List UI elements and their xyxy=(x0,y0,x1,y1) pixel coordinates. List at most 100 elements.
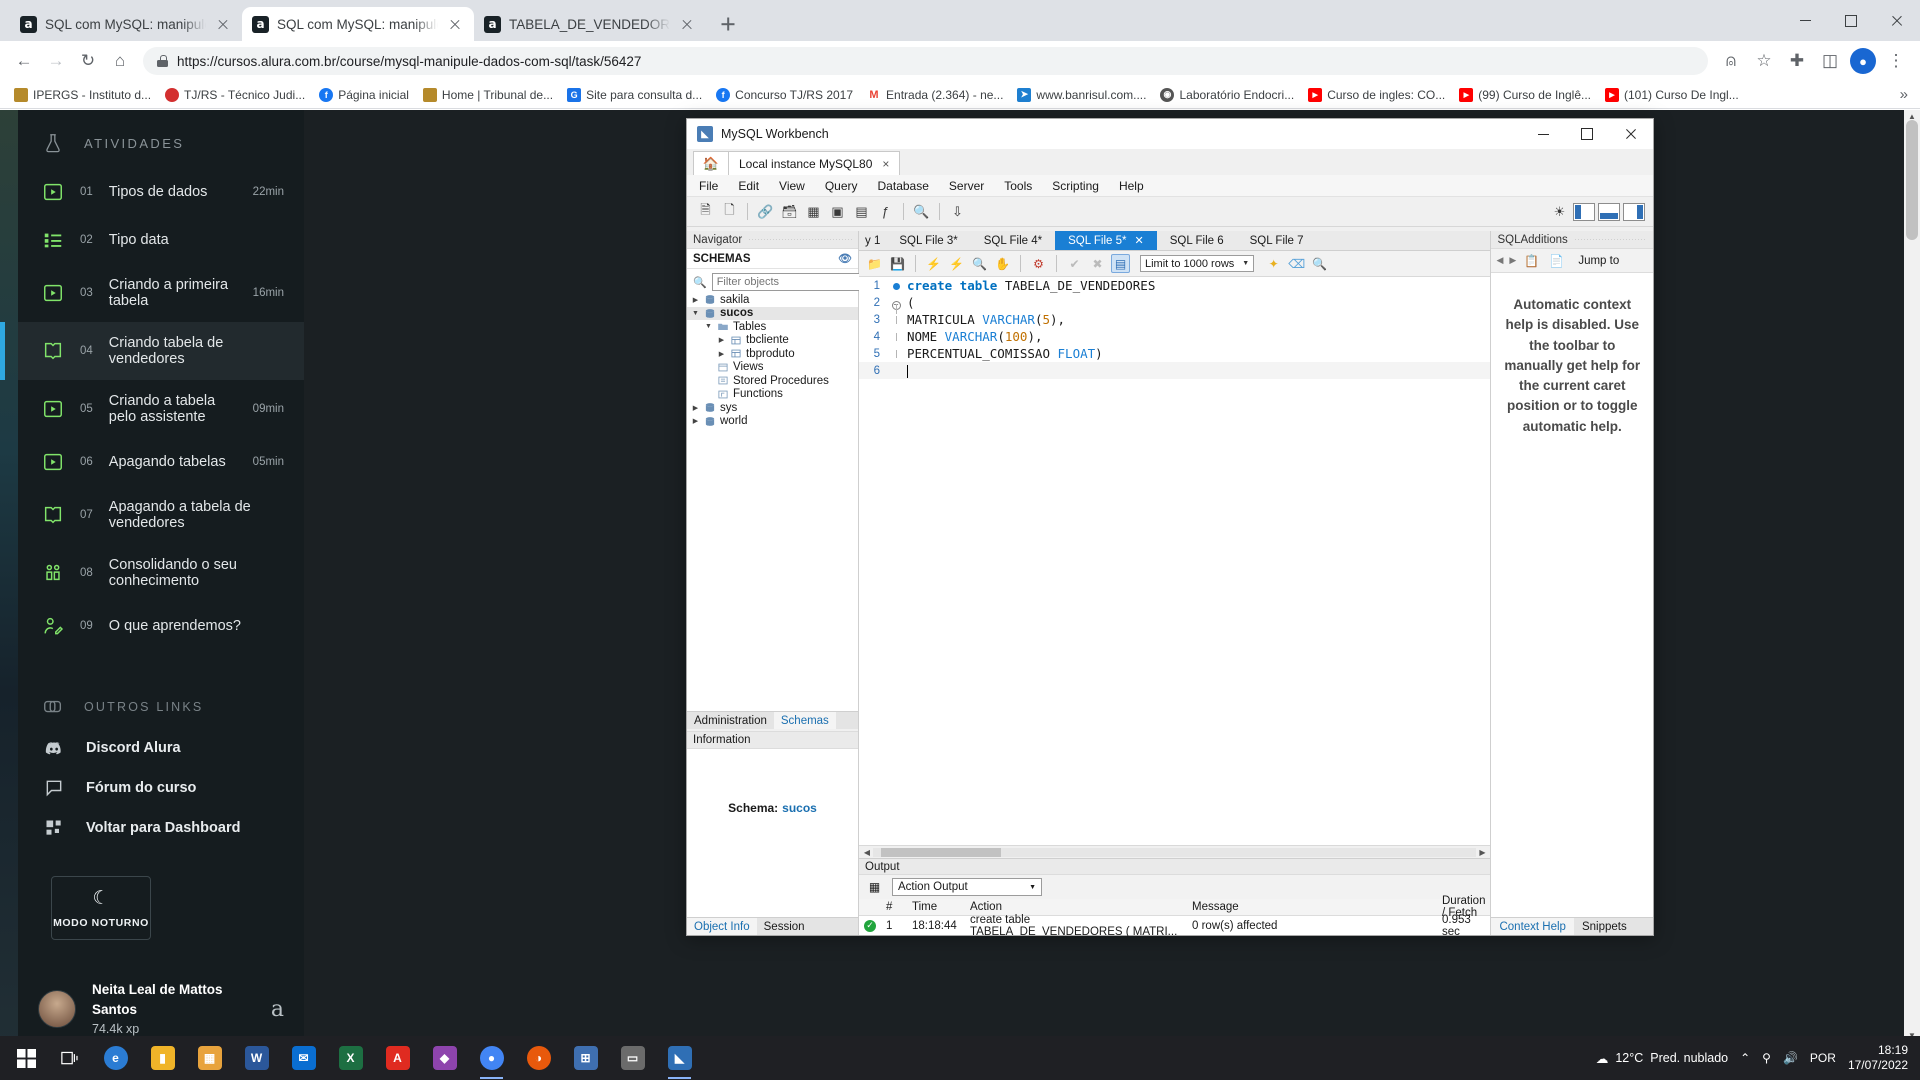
bookmark-item[interactable]: M Entrada (2.364) - ne... xyxy=(861,85,1009,105)
tree-node-world[interactable]: ▶ world xyxy=(687,415,858,429)
sidebar-item-06[interactable]: 06 Apagando tabelas 05min xyxy=(18,438,304,486)
chevron-right-icon[interactable]: ▶ xyxy=(691,296,700,304)
taskbar-app-workbench[interactable]: ◣ xyxy=(656,1036,703,1080)
tree-node-views[interactable]: Views xyxy=(687,361,858,375)
copy-icon[interactable]: 📋 xyxy=(1522,251,1541,270)
sql-tab-close-icon[interactable]: ✕ xyxy=(1135,234,1144,247)
beautify-icon[interactable]: ✦ xyxy=(1264,254,1283,273)
sql-tab-query1[interactable]: y 1 xyxy=(859,231,886,250)
execute-current-icon[interactable]: ⚡ xyxy=(947,254,966,273)
bookmark-item[interactable]: ▶ Curso de ingles: CO... xyxy=(1302,85,1451,105)
sql-tab-file5[interactable]: SQL File 5* ✕ xyxy=(1055,231,1157,250)
next-icon[interactable]: ▶ xyxy=(1509,255,1516,266)
bookmark-item[interactable]: G Site para consulta d... xyxy=(561,85,708,105)
tab-object-info[interactable]: Object Info xyxy=(687,918,757,935)
tree-node-sys[interactable]: ▶ sys xyxy=(687,401,858,415)
extensions-icon[interactable]: ✚ xyxy=(1782,46,1812,76)
tree-node-tbproduto[interactable]: ▶ tbproduto xyxy=(687,347,858,361)
new-connection-icon[interactable]: 🔗 xyxy=(755,201,776,222)
tree-node-sakila[interactable]: ▶ sakila xyxy=(687,293,858,307)
weather-widget[interactable]: ☁ 12°C Pred. nublado xyxy=(1596,1051,1728,1066)
new-sql-tab-icon[interactable]: 🗎 xyxy=(695,201,716,222)
sql-tab-file3[interactable]: SQL File 3* xyxy=(886,231,970,250)
bookmark-item[interactable]: ▶ (99) Curso de Inglê... xyxy=(1453,85,1597,105)
open-sql-script-icon[interactable]: 🗋 xyxy=(719,201,740,222)
scroll-left-arrow[interactable]: ◀ xyxy=(861,848,873,857)
instance-tab-close-icon[interactable]: × xyxy=(882,157,889,171)
taskbar-app-edge[interactable]: e xyxy=(92,1036,139,1080)
menu-tools[interactable]: Tools xyxy=(1004,179,1032,193)
browser-tab-1[interactable]: a SQL com MySQL: manipule e con xyxy=(10,7,242,41)
chevron-right-icon[interactable]: ▶ xyxy=(717,336,726,344)
sidebar-item-02[interactable]: 02 Tipo data xyxy=(18,216,304,264)
scroll-right-arrow[interactable]: ▶ xyxy=(1476,848,1488,857)
bookmark-item[interactable]: ➤ www.banrisul.com.... xyxy=(1011,85,1152,105)
taskbar-app-folder2[interactable]: ▭ xyxy=(609,1036,656,1080)
explain-icon[interactable]: 🔍 xyxy=(970,254,989,273)
tree-node-functions[interactable]: Functions xyxy=(687,388,858,402)
eye-icon[interactable]: 👁 xyxy=(838,252,852,265)
taskbar-app-chrome[interactable]: ● xyxy=(468,1036,515,1080)
sidebar-link-dashboard[interactable]: Voltar para Dashboard xyxy=(18,808,304,848)
windows-start-icon[interactable] xyxy=(4,1036,48,1080)
workbench-title-bar[interactable]: ◣ MySQL Workbench xyxy=(687,119,1653,149)
chevron-right-icon[interactable]: ▶ xyxy=(717,350,726,358)
save-file-icon[interactable]: 💾 xyxy=(888,254,907,273)
sidebar-item-07[interactable]: 07 Apagando a tabela de vendedores xyxy=(18,486,304,544)
stop-icon[interactable]: ✋ xyxy=(993,254,1012,273)
chevron-down-icon[interactable]: ▼ xyxy=(691,310,700,317)
menu-scripting[interactable]: Scripting xyxy=(1052,179,1099,193)
taskbar-app-store[interactable]: ▦ xyxy=(186,1036,233,1080)
bookmark-item[interactable]: f Concurso TJ/RS 2017 xyxy=(710,85,859,105)
find-icon[interactable]: 🔍 xyxy=(1310,254,1329,273)
line-marker[interactable]: − xyxy=(885,295,907,314)
user-profile[interactable]: Neita Leal de Mattos Santos 74.4k xp a xyxy=(18,976,304,1042)
taskbar-app-anydesk[interactable]: A xyxy=(374,1036,421,1080)
clear-icon[interactable]: ⌫ xyxy=(1287,254,1306,273)
workbench-maximize-button[interactable] xyxy=(1565,119,1609,149)
window-close-button[interactable] xyxy=(1874,4,1920,38)
chevron-right-icon[interactable]: ▶ xyxy=(691,404,700,412)
share-icon[interactable]: ⍝ xyxy=(1716,46,1746,76)
bookmark-item[interactable]: ◉ Laboratório Endocri... xyxy=(1154,85,1300,105)
tree-node-sucos[interactable]: ▼ sucos xyxy=(687,306,858,320)
left-panel-toggle[interactable] xyxy=(1573,202,1595,221)
bookmark-item[interactable]: ▶ (101) Curso De Ingl... xyxy=(1599,85,1745,105)
network-icon[interactable]: ⚲ xyxy=(1762,1051,1771,1065)
star-icon[interactable]: ☆ xyxy=(1749,46,1779,76)
menu-query[interactable]: Query xyxy=(825,179,858,193)
taskbar-app-word[interactable]: W xyxy=(233,1036,280,1080)
tab-close-icon[interactable] xyxy=(678,15,696,33)
right-panel-toggle[interactable] xyxy=(1623,202,1645,221)
new-procedure-icon[interactable]: ▤ xyxy=(851,201,872,222)
taskbar-app-explorer[interactable]: ▮ xyxy=(139,1036,186,1080)
forward-button[interactable]: → xyxy=(41,46,71,76)
tree-node-tbcliente[interactable]: ▶ tbcliente xyxy=(687,334,858,348)
taskbar-app-excel[interactable]: X xyxy=(327,1036,374,1080)
browser-tab-2[interactable]: a SQL com MySQL: manipule e con xyxy=(242,7,474,41)
taskbar-app-firefox[interactable]: ◑ xyxy=(515,1036,562,1080)
bookmark-item[interactable]: f Página inicial xyxy=(313,85,415,105)
scrollbar-thumb[interactable] xyxy=(881,847,1001,857)
sidebar-item-09[interactable]: 09 O que aprendemos? xyxy=(18,602,304,650)
editor-horizontal-scrollbar[interactable]: ◀ ▶ xyxy=(859,845,1491,858)
sidebar-item-01[interactable]: 01 Tipos de dados 22min xyxy=(18,168,304,216)
insert-icon[interactable]: 📄 xyxy=(1547,251,1566,270)
menu-help[interactable]: Help xyxy=(1119,179,1144,193)
execute-icon[interactable]: ⚡ xyxy=(924,254,943,273)
more-menu-icon[interactable]: ⋮ xyxy=(1881,46,1911,76)
instance-tab-local-mysql80[interactable]: Local instance MySQL80 × xyxy=(729,151,901,175)
output-panel-icon[interactable]: ▦ xyxy=(865,878,884,897)
help-globe-icon[interactable]: ☀ xyxy=(1549,201,1570,222)
tab-snippets[interactable]: Snippets xyxy=(1574,918,1635,935)
sidebar-item-08[interactable]: 08 Consolidando o seu conhecimento xyxy=(18,544,304,602)
tab-session[interactable]: Session xyxy=(757,918,812,935)
toggle-auto-commit-icon[interactable]: ⚙ xyxy=(1029,254,1048,273)
sql-code-editor[interactable]: 1 create table TABELA_DE_VENDEDORES 2 − … xyxy=(859,277,1491,845)
sidebar-item-05[interactable]: 05 Criando a tabela pelo assistente 09mi… xyxy=(18,380,304,438)
sql-tab-file6[interactable]: SQL File 6 xyxy=(1157,231,1237,250)
bookmark-item[interactable]: Home | Tribunal de... xyxy=(417,85,559,105)
toggle-limit-icon[interactable]: ▤ xyxy=(1111,254,1130,273)
task-view-icon[interactable] xyxy=(48,1036,92,1080)
chevron-down-icon[interactable]: ▼ xyxy=(704,323,713,330)
